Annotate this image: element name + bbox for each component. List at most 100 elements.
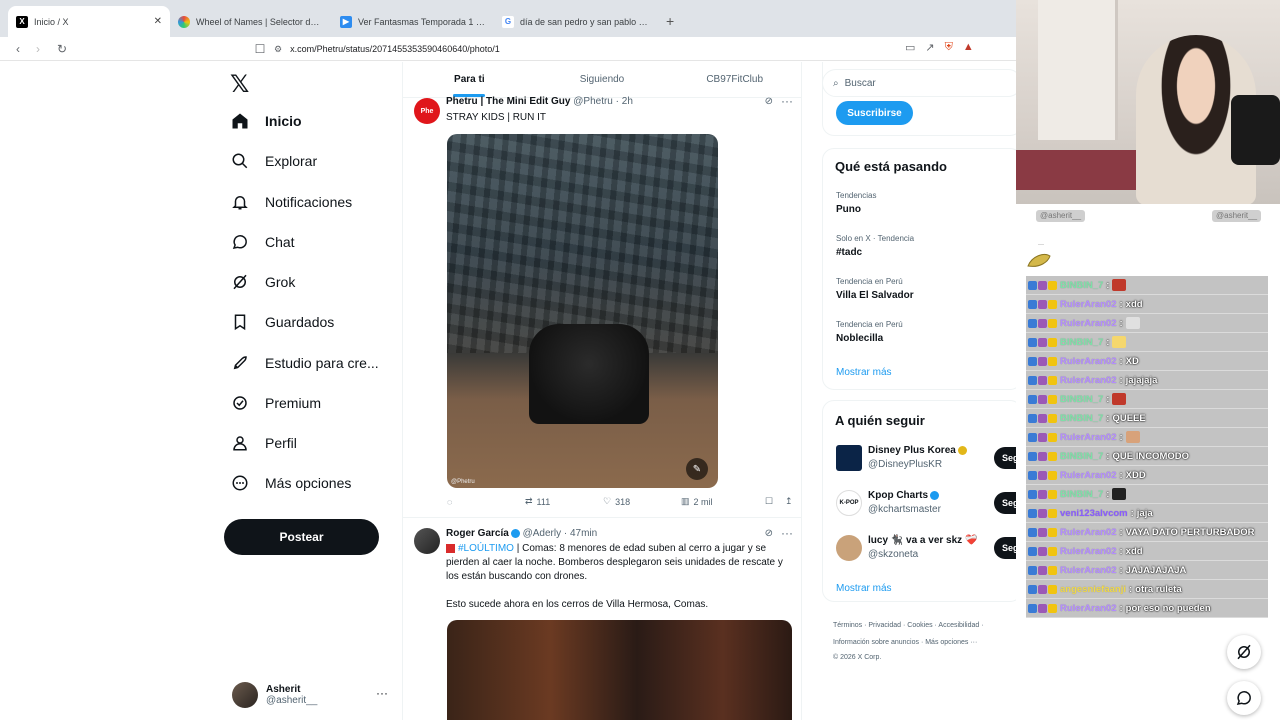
- follow-suggestion[interactable]: K-POP Kpop Charts @kchartsmaster Segui: [836, 490, 1016, 520]
- bookmark-star-icon[interactable]: ☐: [250, 42, 270, 56]
- back-icon[interactable]: ‹: [8, 42, 28, 56]
- avatar[interactable]: [414, 528, 440, 554]
- trend-item[interactable]: Noblecilla: [836, 333, 883, 344]
- views-button[interactable]: ▥ 2 mil: [681, 496, 765, 507]
- browser-tab[interactable]: X Inicio / X ✕: [8, 6, 170, 37]
- tweet-image[interactable]: @Phetru ✎: [447, 134, 718, 488]
- tweet-author[interactable]: Roger García: [446, 528, 509, 539]
- grok-icon[interactable]: ⊘: [765, 96, 773, 107]
- left-sidebar: 𝕏 Inicio Explorar Notificaciones Chat Gr…: [0, 62, 402, 720]
- tweet-handle[interactable]: @Phetru · 2h: [573, 96, 633, 107]
- post-button[interactable]: Postear: [224, 519, 379, 555]
- nav-item-premium[interactable]: Premium: [230, 390, 321, 416]
- avatar[interactable]: Phe: [414, 98, 440, 124]
- nav-item-grok[interactable]: Grok: [230, 269, 295, 295]
- grok-icon[interactable]: ⊘: [765, 528, 773, 539]
- show-more-link[interactable]: Mostrar más: [836, 367, 892, 378]
- follow-button[interactable]: Segui: [994, 492, 1016, 514]
- cast-icon[interactable]: ▭: [905, 41, 915, 54]
- brave-shield-icon[interactable]: ⛨: [945, 41, 953, 54]
- footer-links[interactable]: Términos · Privacidad · Cookies · Accesi…: [833, 622, 984, 629]
- reply-icon: ◌: [447, 496, 453, 507]
- new-tab-button[interactable]: +: [656, 13, 684, 37]
- show-more-link[interactable]: Mostrar más: [836, 583, 892, 594]
- forward-icon[interactable]: ›: [28, 42, 48, 56]
- nav-label: Perfil: [265, 435, 297, 451]
- chat-username: RulerAran02: [1060, 317, 1117, 329]
- trend-item[interactable]: Puno: [836, 204, 861, 215]
- tweet[interactable]: Phe Phetru | The Mini Edit Guy @Phetru ·…: [403, 94, 801, 548]
- more-icon[interactable]: ···: [781, 94, 793, 108]
- nav-label: Premium: [265, 395, 322, 411]
- tweet-author[interactable]: Phetru | The Mini Edit Guy: [446, 96, 570, 107]
- chat-username: BINBIN_7: [1060, 450, 1104, 462]
- nav-item-perfil[interactable]: Perfil: [230, 430, 297, 456]
- tab-cb97fitclub[interactable]: CB97FitClub: [668, 62, 801, 97]
- chat-badge-icon: [1028, 299, 1037, 309]
- chat-username: RulerAran02: [1060, 374, 1117, 386]
- subscribe-button[interactable]: Suscribirse: [836, 101, 913, 125]
- site-info-icon[interactable]: ⚙: [274, 44, 282, 55]
- chat-emote-icon: [1112, 393, 1127, 405]
- bookmark-button[interactable]: ☐: [765, 496, 785, 507]
- nav-item-notificaciones[interactable]: Notificaciones: [230, 189, 352, 215]
- chat-badges: [1028, 508, 1057, 518]
- tweet[interactable]: Roger García @Aderly · 47min ⊘ ··· #LOÚL…: [403, 526, 801, 720]
- trend-item[interactable]: #tadc: [836, 247, 862, 258]
- nav-item-chat[interactable]: Chat: [230, 229, 295, 255]
- reload-icon[interactable]: ↻: [52, 42, 72, 56]
- follow-suggestion[interactable]: Disney Plus Korea @DisneyPlusKR Segui: [836, 445, 1016, 475]
- hashtag-link[interactable]: #LOÚLTIMO: [458, 543, 514, 554]
- trend-item[interactable]: Villa El Salvador: [836, 290, 914, 301]
- edit-image-icon[interactable]: ✎: [686, 458, 708, 480]
- follow-handle: @DisneyPlusKR: [868, 459, 943, 470]
- share-icon[interactable]: ↗: [925, 41, 934, 54]
- chat-badge-icon: [1048, 527, 1057, 537]
- chat-message: RulerAran02: XDD: [1026, 466, 1268, 485]
- chat-badges: [1028, 584, 1057, 594]
- chat-badge-icon: [1048, 489, 1057, 499]
- nav-item-explorar[interactable]: Explorar: [230, 148, 317, 174]
- footer-links[interactable]: Información sobre anuncios · Más opcione…: [833, 639, 977, 646]
- messages-fab-button[interactable]: [1227, 681, 1261, 715]
- play-favicon-icon: ▶: [340, 15, 352, 28]
- nav-item-estudio[interactable]: Estudio para cre...: [230, 350, 379, 376]
- chat-badge-icon: [1038, 337, 1047, 347]
- grok-fab-button[interactable]: [1227, 635, 1261, 669]
- brave-rewards-icon[interactable]: ▲: [963, 41, 974, 54]
- browser-tab[interactable]: G día de san pedro y san pablo - Busca: [494, 6, 656, 37]
- chat-message: BINBIN_7:: [1026, 333, 1268, 352]
- follow-title: A quién seguir: [835, 413, 925, 428]
- chat-username: veni123alvcom: [1060, 507, 1128, 519]
- more-icon[interactable]: ···: [781, 526, 793, 540]
- follow-suggestion[interactable]: lucy 🐈‍⬛ va a ver skz ❤️‍🩹 @skzoneta Seg…: [836, 535, 1016, 565]
- chat-badge-icon: [1028, 451, 1037, 461]
- tab-siguiendo[interactable]: Siguiendo: [536, 62, 669, 97]
- tab-para-ti[interactable]: Para ti: [403, 62, 536, 97]
- nav-item-mas-opciones[interactable]: Más opciones: [230, 470, 351, 496]
- nav-item-guardados[interactable]: Guardados: [230, 309, 334, 335]
- browser-tab[interactable]: ▶ Ver Fantasmas Temporada 1 Episodio: [332, 6, 494, 37]
- feed-tabs: Para ti Siguiendo CB97FitClub: [403, 62, 801, 98]
- trend-meta: Tendencia en Perú: [836, 277, 903, 286]
- like-button[interactable]: ♡ 318: [603, 496, 681, 507]
- reply-button[interactable]: ◌: [447, 497, 525, 507]
- nav-item-inicio[interactable]: Inicio: [230, 108, 302, 134]
- account-switcher[interactable]: Asherit @asherit__ ···: [232, 680, 392, 710]
- follow-handle: @kchartsmaster: [868, 504, 941, 515]
- follow-button[interactable]: Segui: [994, 537, 1016, 559]
- chat-emote-icon: [1125, 431, 1140, 443]
- close-tab-icon[interactable]: ✕: [154, 16, 162, 27]
- chat-badge-icon: [1048, 584, 1057, 594]
- follow-button[interactable]: Segui: [994, 447, 1016, 469]
- retweet-button[interactable]: ⇄ 111: [525, 496, 603, 507]
- overlay-handle-tag: @asherit__: [1212, 210, 1262, 222]
- more-icon[interactable]: ···: [376, 686, 388, 700]
- share-button[interactable]: ↥: [785, 496, 793, 507]
- tweet-handle[interactable]: @Aderly · 47min: [523, 528, 598, 539]
- tweet-image[interactable]: [447, 620, 792, 720]
- browser-tab[interactable]: Wheel of Names | Selector de nombre: [170, 6, 332, 37]
- chat-badge-icon: [1028, 546, 1037, 556]
- x-logo-icon[interactable]: 𝕏: [230, 70, 249, 98]
- url-field[interactable]: ⚙ x.com/Phetru/status/207145535359046064…: [274, 39, 894, 59]
